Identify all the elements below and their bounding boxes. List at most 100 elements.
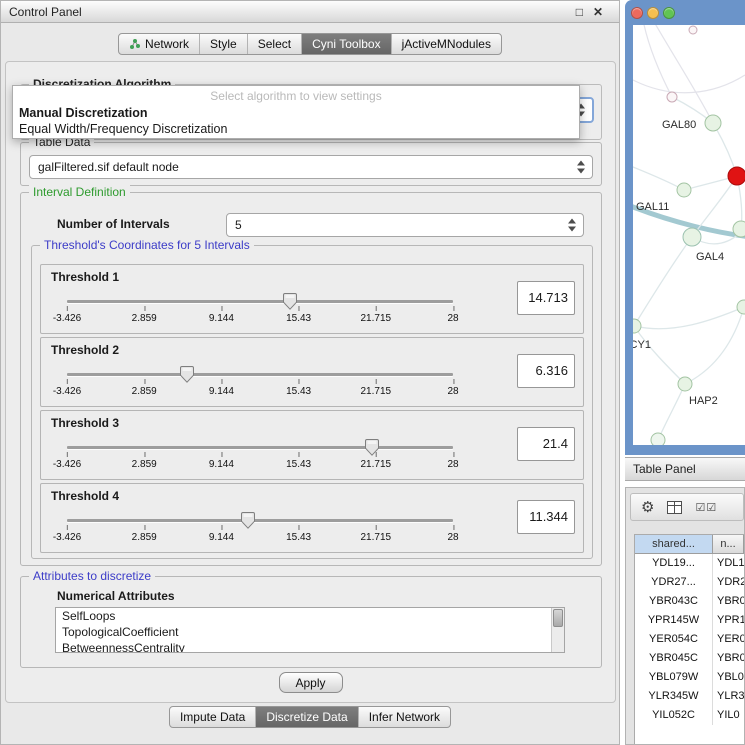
tab[interactable]: Cyni Toolbox <box>301 34 390 54</box>
cell-shared-name[interactable]: YBR045C <box>635 649 713 668</box>
cell-name[interactable]: YDL1 <box>713 554 744 573</box>
threshold-slider[interactable]: -3.426 2.859 9.144 15.43 21.715 <box>67 360 453 406</box>
dropdown-option[interactable]: Equal Width/Frequency Discretization <box>13 121 579 137</box>
table-row[interactable]: YBL079W YBL0 <box>635 668 744 687</box>
column-header-label: n... <box>720 538 735 550</box>
tab[interactable]: Select <box>247 34 301 54</box>
network-graph[interactable]: GAL80GAL11GAL4GCY1HAP2 <box>633 25 745 445</box>
list-item[interactable]: BetweennessCentrality <box>56 640 564 653</box>
control-panel-titlebar[interactable]: Control Panel □ ✕ <box>1 1 619 23</box>
network-node[interactable] <box>733 221 745 237</box>
cyni-toolbox-panel: Discretization Algorithm Select algorith… <box>5 61 616 703</box>
table-row[interactable]: YLR345W YLR3 <box>635 687 744 706</box>
network-icon <box>129 38 141 50</box>
list-item[interactable]: TopologicalCoefficient <box>56 624 564 640</box>
threshold-value-field[interactable]: 21.4 <box>517 427 575 461</box>
slider-thumb[interactable] <box>180 366 194 383</box>
cell-shared-name[interactable]: YIL052C <box>635 706 713 725</box>
slider-tick-label: 21.715 <box>361 313 392 324</box>
threshold-slider[interactable]: -3.426 2.859 9.144 15.43 21.715 <box>67 506 453 552</box>
gear-icon[interactable]: ⚙ <box>641 498 654 516</box>
slider-thumb[interactable] <box>241 512 255 529</box>
table-row[interactable]: YDR27... YDR2 <box>635 573 744 592</box>
cell-name[interactable]: YIL0 <box>713 706 744 725</box>
list-item[interactable]: SelfLoops <box>56 608 564 624</box>
close-button[interactable] <box>631 7 643 19</box>
slider-track[interactable] <box>67 519 453 522</box>
network-node[interactable] <box>705 115 721 131</box>
slider-tick-label: 2.859 <box>132 459 157 470</box>
network-node[interactable] <box>677 183 691 197</box>
slider-tick-label: 28 <box>447 386 458 397</box>
network-node[interactable] <box>667 92 677 102</box>
cell-name[interactable]: YDR2 <box>713 573 744 592</box>
cell-name[interactable]: YLR3 <box>713 687 744 706</box>
tab-label: Impute Data <box>180 710 245 724</box>
cell-name[interactable]: YER0 <box>713 630 744 649</box>
table-panel-titlebar[interactable]: Table Panel <box>625 457 745 481</box>
network-edge <box>634 307 744 329</box>
slider-track[interactable] <box>67 373 453 376</box>
cell-name[interactable]: YBR0 <box>713 649 744 668</box>
tab[interactable]: jActiveMNodules <box>391 34 501 54</box>
cell-shared-name[interactable]: YPR145W <box>635 611 713 630</box>
tab[interactable]: Infer Network <box>358 707 450 727</box>
network-node[interactable] <box>689 26 697 34</box>
numerical-attributes-list[interactable]: SelfLoops TopologicalCoefficient Between… <box>55 607 565 653</box>
columns-icon[interactable] <box>667 501 682 514</box>
cell-name[interactable]: YPR1 <box>713 611 744 630</box>
cell-shared-name[interactable]: YDR27... <box>635 573 713 592</box>
threshold-label: Threshold 2 <box>51 343 119 357</box>
slider-track[interactable] <box>67 300 453 303</box>
column-header[interactable]: n... <box>713 535 744 554</box>
cell-shared-name[interactable]: YER054C <box>635 630 713 649</box>
slider-track[interactable] <box>67 446 453 449</box>
network-canvas[interactable]: GAL80GAL11GAL4GCY1HAP2 <box>633 25 745 445</box>
threshold-slider[interactable]: -3.426 2.859 9.144 15.43 21.715 <box>67 433 453 479</box>
cell-shared-name[interactable]: YBL079W <box>635 668 713 687</box>
threshold-slider[interactable]: -3.426 2.859 9.144 15.43 21.715 <box>67 287 453 333</box>
scrollbar-thumb[interactable] <box>553 609 563 627</box>
threshold-value-field[interactable]: 11.344 <box>517 500 575 534</box>
slider-thumb[interactable] <box>283 293 297 310</box>
table-data-combobox[interactable]: galFiltered.sif default node <box>29 155 593 179</box>
cell-shared-name[interactable]: YLR345W <box>635 687 713 706</box>
tab[interactable]: Impute Data <box>170 707 255 727</box>
cell-name[interactable]: YBL0 <box>713 668 744 687</box>
select-checkboxes-icon[interactable]: ☑☑ <box>695 501 717 514</box>
tab-label: Infer Network <box>369 710 440 724</box>
network-node[interactable] <box>737 300 745 314</box>
table-panel-title: Table Panel <box>633 462 696 476</box>
cell-shared-name[interactable]: YDL19... <box>635 554 713 573</box>
table-row[interactable]: YBR043C YBR0 <box>635 592 744 611</box>
network-node[interactable] <box>633 319 641 333</box>
dropdown-option[interactable]: Manual Discretization <box>13 105 579 121</box>
tab[interactable]: Style <box>199 34 247 54</box>
close-window-icon[interactable]: ✕ <box>593 5 603 19</box>
cell-name[interactable]: YBR0 <box>713 592 744 611</box>
threshold-value-field[interactable]: 6.316 <box>517 354 575 388</box>
zoom-button[interactable] <box>663 7 675 19</box>
network-node[interactable] <box>651 433 665 445</box>
slider-tick-label: 2.859 <box>132 386 157 397</box>
column-header[interactable]: shared... <box>635 535 713 554</box>
table-row[interactable]: YIL052C YIL0 <box>635 706 744 725</box>
slider-thumb[interactable] <box>365 439 379 456</box>
scrollbar[interactable] <box>551 608 564 652</box>
tab[interactable]: Network <box>119 34 199 54</box>
table-row[interactable]: YER054C YER0 <box>635 630 744 649</box>
apply-button[interactable]: Apply <box>279 672 343 693</box>
network-node[interactable] <box>683 228 701 246</box>
network-node[interactable] <box>728 167 745 185</box>
minimize-button[interactable] <box>647 7 659 19</box>
threshold-value-field[interactable]: 14.713 <box>517 281 575 315</box>
table-row[interactable]: YBR045C YBR0 <box>635 649 744 668</box>
float-window-icon[interactable]: □ <box>576 5 583 19</box>
network-node[interactable] <box>678 377 692 391</box>
cell-shared-name[interactable]: YBR043C <box>635 592 713 611</box>
tab[interactable]: Discretize Data <box>255 707 357 727</box>
column-header-label: shared... <box>652 538 695 550</box>
table-row[interactable]: YDL19... YDL1 <box>635 554 744 573</box>
number-of-intervals-combobox[interactable]: 5 <box>226 213 584 237</box>
table-row[interactable]: YPR145W YPR1 <box>635 611 744 630</box>
